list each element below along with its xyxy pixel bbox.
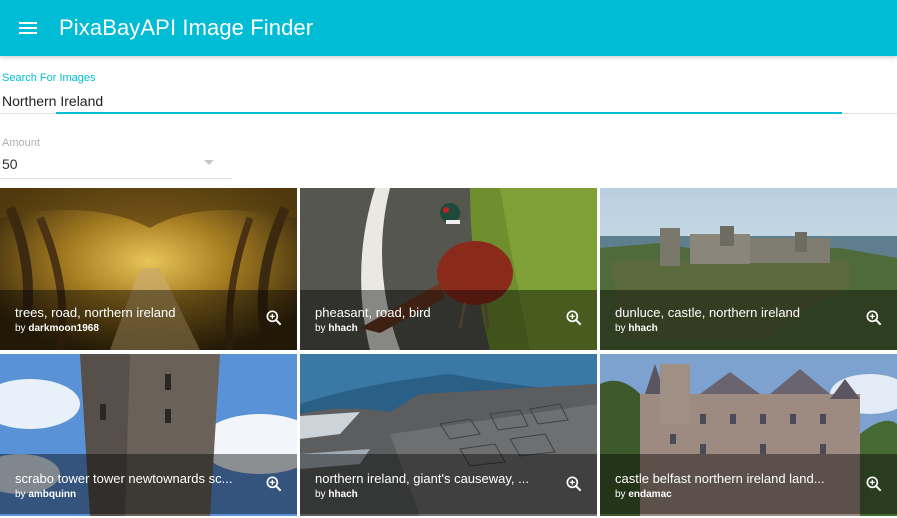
image-grid: trees, road, northern ireland by darkmoo…: [0, 188, 897, 518]
zoom-button[interactable]: [262, 472, 286, 496]
image-caption-bar: [600, 290, 897, 350]
author-name: hhach: [628, 323, 658, 334]
search-underline-focus: [56, 112, 842, 114]
author-name: darkmoon1968: [28, 323, 99, 334]
image-tile[interactable]: dunluce, castle, northern ireland by hha…: [600, 188, 897, 350]
image-title: dunluce, castle, northern ireland: [615, 305, 801, 320]
zoom-in-icon: [566, 310, 582, 326]
author-name: hhach: [328, 489, 358, 500]
zoom-button[interactable]: [862, 306, 886, 330]
zoom-in-icon: [266, 476, 282, 492]
search-label: Search For Images: [2, 72, 96, 84]
app-bar: PixaBayAPI Image Finder: [0, 0, 897, 56]
zoom-in-icon: [866, 476, 882, 492]
author-prefix: by: [615, 489, 626, 500]
menu-button[interactable]: [0, 0, 56, 56]
amount-underline: [0, 178, 232, 179]
zoom-button[interactable]: [562, 306, 586, 330]
image-author: by endamac: [615, 489, 672, 500]
author-prefix: by: [315, 323, 326, 334]
author-prefix: by: [615, 323, 626, 334]
image-author: by hhach: [315, 323, 358, 334]
author-prefix: by: [315, 489, 326, 500]
author-name: hhach: [328, 323, 358, 334]
image-title: castle belfast northern ireland land...: [615, 471, 825, 486]
image-tile[interactable]: pheasant, road, bird by hhach: [300, 188, 597, 350]
author-prefix: by: [15, 489, 26, 500]
amount-label: Amount: [2, 137, 40, 149]
dropdown-arrow-icon: [204, 160, 214, 165]
image-tile[interactable]: trees, road, northern ireland by darkmoo…: [0, 188, 297, 350]
image-title: northern ireland, giant's causeway, ...: [315, 471, 529, 486]
author-name: ambquinn: [28, 489, 77, 500]
zoom-button[interactable]: [262, 306, 286, 330]
app-title: PixaBayAPI Image Finder: [59, 15, 314, 40]
image-title: scrabo tower tower newtownards sc...: [15, 471, 233, 486]
image-title: trees, road, northern ireland: [15, 305, 176, 320]
image-tile[interactable]: northern ireland, giant's causeway, ... …: [300, 354, 597, 516]
image-caption-bar: [300, 290, 597, 350]
image-tile[interactable]: scrabo tower tower newtownards sc... by …: [0, 354, 297, 516]
zoom-button[interactable]: [862, 472, 886, 496]
zoom-in-icon: [266, 310, 282, 326]
zoom-in-icon: [866, 310, 882, 326]
image-title: pheasant, road, bird: [315, 305, 431, 320]
image-tile[interactable]: castle belfast northern ireland land... …: [600, 354, 897, 516]
author-prefix: by: [15, 323, 26, 334]
search-input[interactable]: [2, 90, 842, 112]
author-name: endamac: [628, 489, 672, 500]
zoom-in-icon: [566, 476, 582, 492]
zoom-button[interactable]: [562, 472, 586, 496]
image-author: by ambquinn: [15, 489, 76, 500]
image-author: by hhach: [615, 323, 658, 334]
amount-select[interactable]: Amount 50: [0, 130, 232, 180]
image-author: by darkmoon1968: [15, 323, 99, 334]
amount-value: 50: [2, 156, 18, 172]
image-caption-bar: [0, 290, 297, 350]
menu-icon: [19, 22, 37, 34]
search-field: Search For Images: [0, 56, 897, 116]
image-author: by hhach: [315, 489, 358, 500]
